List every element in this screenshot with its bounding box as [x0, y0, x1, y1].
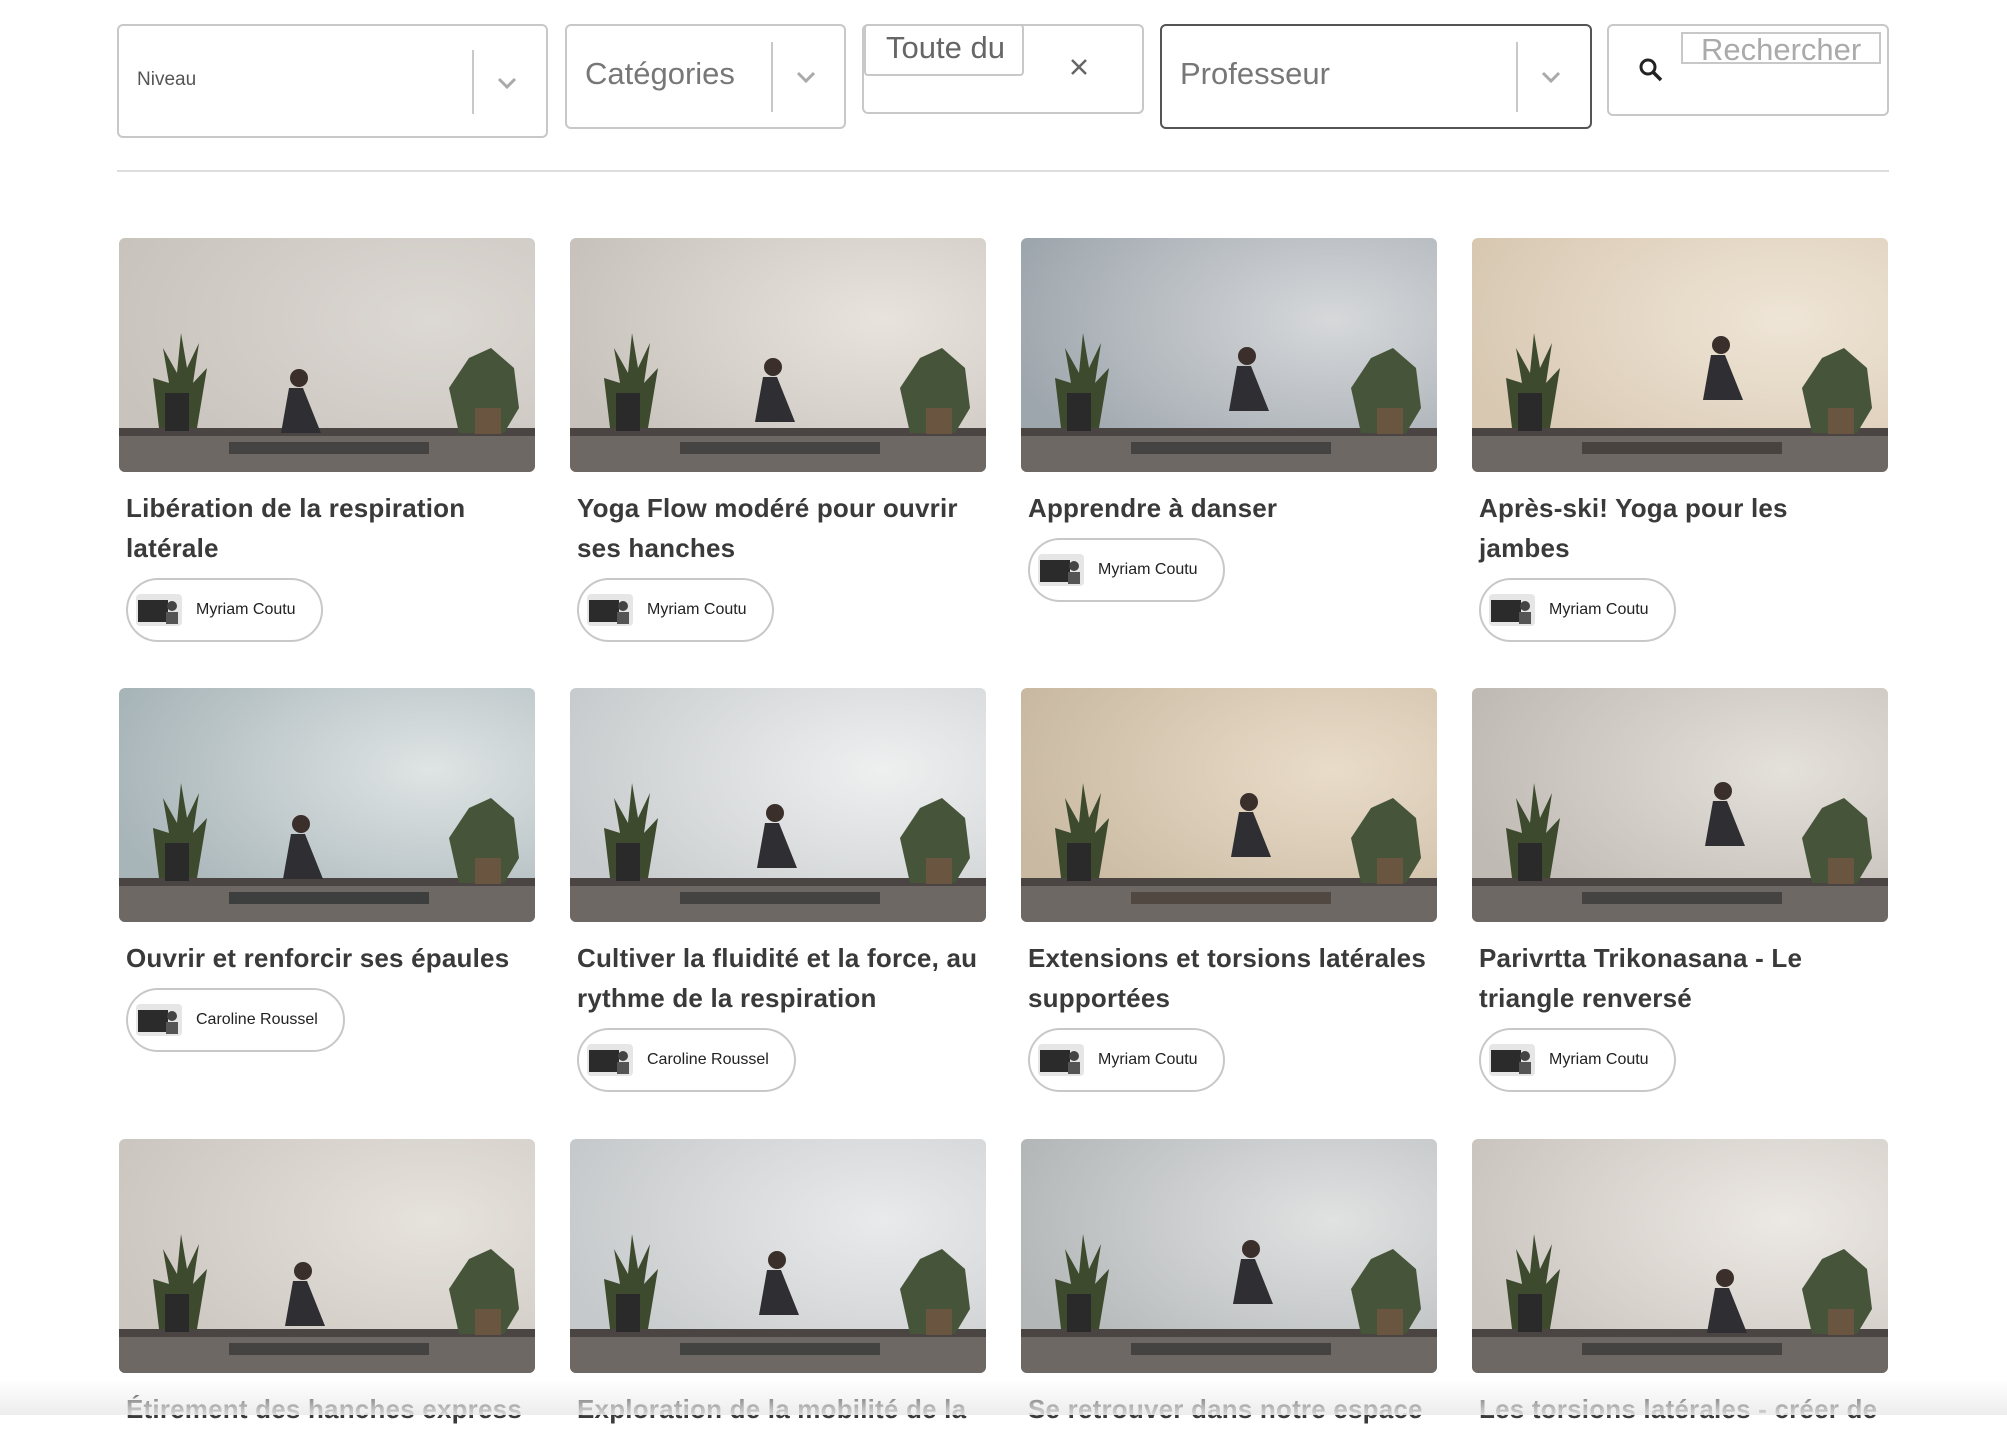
date-input[interactable]: Toute du	[864, 24, 1024, 76]
teacher-name: Myriam Coutu	[647, 601, 747, 618]
avatar	[136, 594, 182, 626]
search-icon[interactable]	[1637, 56, 1665, 84]
professeur-select[interactable]: Professeur	[1160, 24, 1592, 129]
avatar	[587, 594, 633, 626]
video-thumbnail[interactable]	[1472, 238, 1888, 472]
video-title[interactable]: Libération de la respiration latérale	[126, 488, 528, 568]
teacher-name: Caroline Roussel	[196, 1011, 318, 1028]
chevron-down-icon[interactable]	[493, 68, 521, 96]
video-thumbnail[interactable]	[119, 238, 535, 472]
video-card[interactable]: Parivrtta Trikonasana - Le triangle renv…	[1472, 688, 1888, 1092]
categories-label: Catégories	[585, 56, 735, 91]
select-separator	[771, 42, 773, 112]
teacher-name: Myriam Coutu	[196, 601, 296, 618]
video-card[interactable]: Yoga Flow modéré pour ouvrir ses hanches…	[570, 238, 986, 642]
video-card[interactable]: Extensions et torsions latérales support…	[1021, 688, 1437, 1092]
filter-divider	[117, 170, 1889, 172]
video-thumbnail[interactable]	[1021, 238, 1437, 472]
teacher-chip[interactable]: Myriam Coutu	[1479, 578, 1676, 642]
avatar	[1038, 1044, 1084, 1076]
close-icon[interactable]	[1066, 54, 1092, 80]
filter-bar: Niveau Catégories Toute du Professeur Re…	[0, 0, 2007, 175]
teacher-chip[interactable]: Caroline Roussel	[577, 1028, 796, 1092]
search-field[interactable]: Rechercher	[1607, 24, 1889, 116]
scroll-fade	[0, 1380, 2007, 1415]
video-card[interactable]: Ouvrir et renforcir ses épaules Caroline …	[119, 688, 535, 1052]
video-title[interactable]: Extensions et torsions latérales support…	[1028, 938, 1430, 1018]
teacher-chip[interactable]: Myriam Coutu	[126, 578, 323, 642]
teacher-name: Myriam Coutu	[1098, 561, 1198, 578]
search-input[interactable]: Rechercher	[1681, 32, 1881, 67]
video-title[interactable]: Après-ski! Yoga pour les jambes	[1479, 488, 1881, 568]
search-placeholder: Rechercher	[1701, 32, 1862, 67]
chevron-down-icon[interactable]	[1537, 62, 1565, 90]
niveau-select[interactable]: Niveau	[117, 24, 548, 138]
teacher-chip[interactable]: Myriam Coutu	[1479, 1028, 1676, 1092]
avatar	[587, 1044, 633, 1076]
video-thumbnail[interactable]	[119, 688, 535, 922]
video-title[interactable]: Cultiver la fluidité et la force, au ryt…	[577, 938, 979, 1018]
date-label: Toute du	[886, 30, 1005, 65]
teacher-name: Caroline Roussel	[647, 1051, 769, 1068]
teacher-name: Myriam Coutu	[1549, 1051, 1649, 1068]
video-title[interactable]: Parivrtta Trikonasana - Le triangle renv…	[1479, 938, 1881, 1018]
professeur-label: Professeur	[1180, 56, 1330, 91]
select-separator	[1516, 42, 1518, 112]
avatar	[136, 1004, 182, 1036]
teacher-name: Myriam Coutu	[1549, 601, 1649, 618]
video-thumbnail[interactable]	[570, 688, 986, 922]
video-thumbnail[interactable]	[119, 1139, 535, 1373]
video-thumbnail[interactable]	[1021, 1139, 1437, 1373]
avatar	[1489, 1044, 1535, 1076]
video-thumbnail[interactable]	[1021, 688, 1437, 922]
video-title[interactable]: Yoga Flow modéré pour ouvrir ses hanches	[577, 488, 979, 568]
avatar	[1489, 594, 1535, 626]
teacher-name: Myriam Coutu	[1098, 1051, 1198, 1068]
select-separator	[472, 50, 474, 114]
video-card[interactable]: Apprendre à danser Myriam Coutu	[1021, 238, 1437, 602]
video-title[interactable]: Ouvrir et renforcir ses épaules	[126, 938, 528, 978]
niveau-label: Niveau	[137, 69, 197, 90]
date-filter[interactable]: Toute du	[862, 24, 1144, 114]
chevron-down-icon[interactable]	[792, 62, 820, 90]
video-thumbnail[interactable]	[570, 1139, 986, 1373]
video-thumbnail[interactable]	[570, 238, 986, 472]
teacher-chip[interactable]: Myriam Coutu	[577, 578, 774, 642]
video-thumbnail[interactable]	[1472, 1139, 1888, 1373]
teacher-chip[interactable]: Myriam Coutu	[1028, 1028, 1225, 1092]
avatar	[1038, 554, 1084, 586]
video-title[interactable]: Apprendre à danser	[1028, 488, 1430, 528]
teacher-chip[interactable]: Caroline Roussel	[126, 988, 345, 1052]
categories-select[interactable]: Catégories	[565, 24, 846, 129]
teacher-chip[interactable]: Myriam Coutu	[1028, 538, 1225, 602]
video-card[interactable]: Libération de la respiration latérale Myr…	[119, 238, 535, 642]
video-thumbnail[interactable]	[1472, 688, 1888, 922]
video-card[interactable]: Cultiver la fluidité et la force, au ryt…	[570, 688, 986, 1092]
video-card[interactable]: Après-ski! Yoga pour les jambes Myriam Co…	[1472, 238, 1888, 642]
